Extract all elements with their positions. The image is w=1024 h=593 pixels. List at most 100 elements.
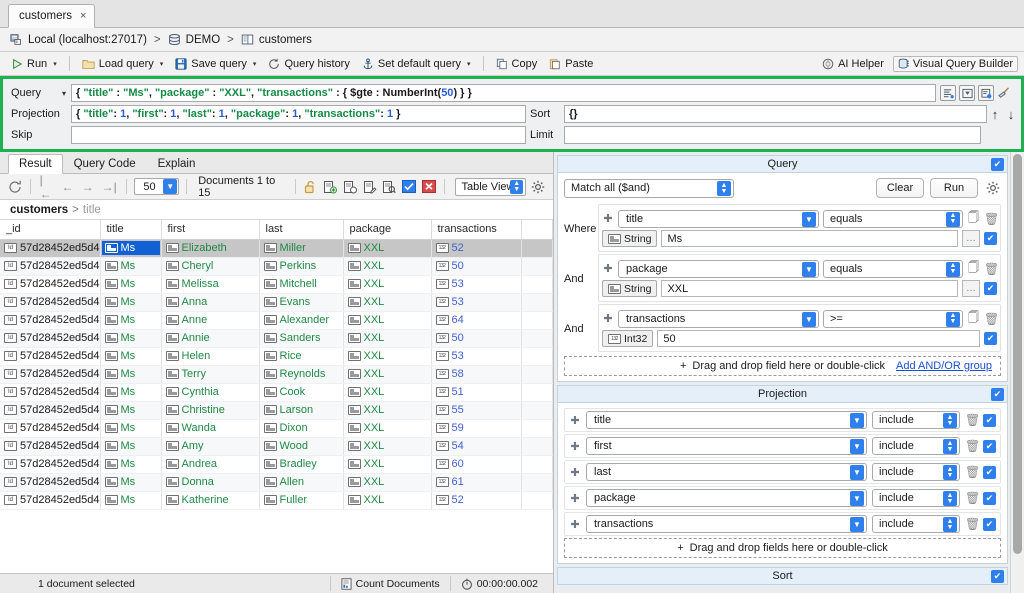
- cell-title[interactable]: Ms: [100, 455, 162, 474]
- cell-last[interactable]: Sanders: [259, 329, 344, 348]
- page-size-select[interactable]: 50 ▼: [133, 178, 180, 195]
- cell-_id[interactable]: Id 57d28452ed5d4: [0, 239, 101, 258]
- chevron-down-icon[interactable]: ▾: [57, 89, 71, 98]
- cell-_id[interactable]: Id 57d28452ed5d4: [0, 293, 101, 312]
- cell-title[interactable]: Ms: [100, 311, 162, 330]
- condition-enabled-checkbox[interactable]: ✔: [984, 232, 997, 245]
- projection-field-select[interactable]: title ▼: [586, 411, 867, 429]
- delete-projection-icon[interactable]: 🗑: [965, 413, 980, 427]
- chevron-down-icon[interactable]: ▼: [850, 439, 864, 454]
- chevron-down-icon[interactable]: ▾: [253, 60, 257, 68]
- condition-enabled-checkbox[interactable]: ✔: [984, 332, 997, 345]
- cell-first[interactable]: Helen: [161, 347, 260, 366]
- drag-handle-icon[interactable]: ✚: [569, 492, 581, 505]
- set-default-query-button[interactable]: Set default query ▾: [357, 56, 476, 72]
- cell-first[interactable]: Elizabeth: [161, 239, 260, 258]
- cell-transactions[interactable]: 132 53: [431, 293, 522, 312]
- cell-last[interactable]: Perkins: [259, 257, 344, 276]
- cell-package[interactable]: XXL: [343, 473, 432, 492]
- delete-projection-icon[interactable]: 🗑: [965, 517, 980, 531]
- cell-title[interactable]: Ms: [100, 293, 162, 312]
- cell-first[interactable]: Wanda: [161, 419, 260, 438]
- duplicate-condition-icon[interactable]: 🗍: [967, 309, 980, 328]
- cell-transactions[interactable]: 132 55: [431, 401, 522, 420]
- query-history-button[interactable]: Query history: [263, 56, 354, 72]
- cell-package[interactable]: XXL: [343, 437, 432, 456]
- expand-query-icon[interactable]: [959, 85, 975, 101]
- condition-type-badge[interactable]: 132 Int32: [602, 330, 654, 347]
- condition-operator-select[interactable]: >= ▲ ▼: [823, 309, 963, 328]
- cancel-edit-icon[interactable]: [421, 179, 437, 195]
- cell-_id[interactable]: Id 57d28452ed5d4: [0, 437, 101, 456]
- cell-transactions[interactable]: 132 59: [431, 419, 522, 438]
- save-query-button[interactable]: Save query ▾: [170, 56, 261, 72]
- projection-input[interactable]: { "title": 1, "first": 1, "last": 1, "pa…: [71, 105, 526, 123]
- cell-first[interactable]: Terry: [161, 365, 260, 384]
- table-row[interactable]: Id 57d28452ed5d4 Ms Anna Evans XXL 132 53: [0, 293, 553, 312]
- cell-last[interactable]: Mitchell: [259, 275, 344, 294]
- cell-last[interactable]: Dixon: [259, 419, 344, 438]
- table-row[interactable]: Id 57d28452ed5d4 Ms Anne Alexander XXL 132 64: [0, 311, 553, 330]
- view-mode-select[interactable]: Table View ▲ ▼: [455, 177, 527, 196]
- vqb-sort-enabled-checkbox[interactable]: ✔: [991, 570, 1004, 583]
- cell-_id[interactable]: Id 57d28452ed5d4: [0, 365, 101, 384]
- cell-first[interactable]: Donna: [161, 473, 260, 492]
- projection-enabled-checkbox[interactable]: ✔: [983, 517, 996, 531]
- condition-field-select[interactable]: transactions ▼: [618, 309, 819, 328]
- column-header-transactions[interactable]: transactions: [431, 220, 522, 240]
- cell-title[interactable]: Ms: [100, 239, 162, 258]
- table-row[interactable]: Id 57d28452ed5d4 Ms Christine Larson XXL 132 55: [0, 401, 553, 420]
- table-row[interactable]: Id 57d28452ed5d4 Ms Cynthia Cook XXL 132 51: [0, 383, 553, 402]
- gear-icon[interactable]: [984, 180, 1001, 196]
- chevron-down-icon[interactable]: ▼: [802, 211, 816, 227]
- cell-last[interactable]: Rice: [259, 347, 344, 366]
- delete-projection-icon[interactable]: 🗑: [965, 439, 980, 453]
- projection-mode-select[interactable]: include ▲ ▼: [872, 411, 960, 429]
- chevron-down-icon[interactable]: ▾: [53, 60, 57, 68]
- table-row[interactable]: Id 57d28452ed5d4 Ms Amy Wood XXL 132 54: [0, 437, 553, 456]
- projection-dropzone[interactable]: + Drag and drop fields here or double-cl…: [564, 538, 1001, 558]
- cell-package[interactable]: XXL: [343, 491, 432, 510]
- cell-last[interactable]: Reynolds: [259, 365, 344, 384]
- query-dropzone[interactable]: + Drag and drop field here or double-cli…: [564, 356, 1001, 376]
- cell-first[interactable]: Anna: [161, 293, 260, 312]
- close-icon[interactable]: ×: [80, 10, 86, 22]
- vqb-query-enabled-checkbox[interactable]: ✔: [991, 158, 1004, 171]
- chevron-down-icon[interactable]: ▾: [160, 60, 164, 68]
- cell-transactions[interactable]: 132 52: [431, 239, 522, 258]
- cell-package[interactable]: XXL: [343, 239, 432, 258]
- drag-handle-icon[interactable]: ✚: [602, 212, 614, 225]
- format-query-icon[interactable]: [940, 85, 956, 101]
- projection-field-select[interactable]: last ▼: [586, 463, 867, 481]
- cell-package[interactable]: XXL: [343, 401, 432, 420]
- add-and-or-group-link[interactable]: Add AND/OR group: [896, 360, 992, 372]
- cell-_id[interactable]: Id 57d28452ed5d4: [0, 311, 101, 330]
- table-row[interactable]: Id 57d28452ed5d4 Ms Terry Reynolds XXL 132 58: [0, 365, 553, 384]
- cell-first[interactable]: Melissa: [161, 275, 260, 294]
- clear-query-icon[interactable]: [997, 86, 1015, 100]
- run-button-vqb[interactable]: Run: [930, 178, 978, 198]
- condition-more-button[interactable]: …: [962, 230, 980, 247]
- condition-enabled-checkbox[interactable]: ✔: [984, 282, 997, 295]
- chevron-down-icon[interactable]: ▼: [850, 413, 864, 428]
- cell-package[interactable]: XXL: [343, 275, 432, 294]
- table-row[interactable]: Id 57d28452ed5d4 Ms Melissa Mitchell XXL 132 53: [0, 275, 553, 294]
- cell-transactions[interactable]: 132 50: [431, 257, 522, 276]
- column-header-_id[interactable]: _id: [0, 220, 101, 240]
- tab-customers[interactable]: customers ×: [8, 4, 96, 28]
- cell-last[interactable]: Miller: [259, 239, 344, 258]
- cell-transactions[interactable]: 132 61: [431, 473, 522, 492]
- table-row[interactable]: Id 57d28452ed5d4 Ms Elizabeth Miller XXL 132 52: [0, 239, 553, 258]
- drag-handle-icon[interactable]: ✚: [569, 440, 581, 453]
- cell-last[interactable]: Wood: [259, 437, 344, 456]
- cell-first[interactable]: Katherine: [161, 491, 260, 510]
- chevron-down-icon[interactable]: ▾: [467, 60, 471, 68]
- condition-value-input[interactable]: 50: [657, 330, 980, 347]
- tab-query-code[interactable]: Query Code: [63, 154, 147, 173]
- stepper-icon[interactable]: ▲ ▼: [510, 179, 524, 194]
- paste-button[interactable]: Paste: [544, 56, 598, 72]
- condition-field-select[interactable]: title ▼: [618, 209, 819, 228]
- cell-transactions[interactable]: 132 54: [431, 437, 522, 456]
- clone-document-icon[interactable]: [342, 179, 358, 195]
- chevron-down-icon[interactable]: ▼: [802, 311, 816, 327]
